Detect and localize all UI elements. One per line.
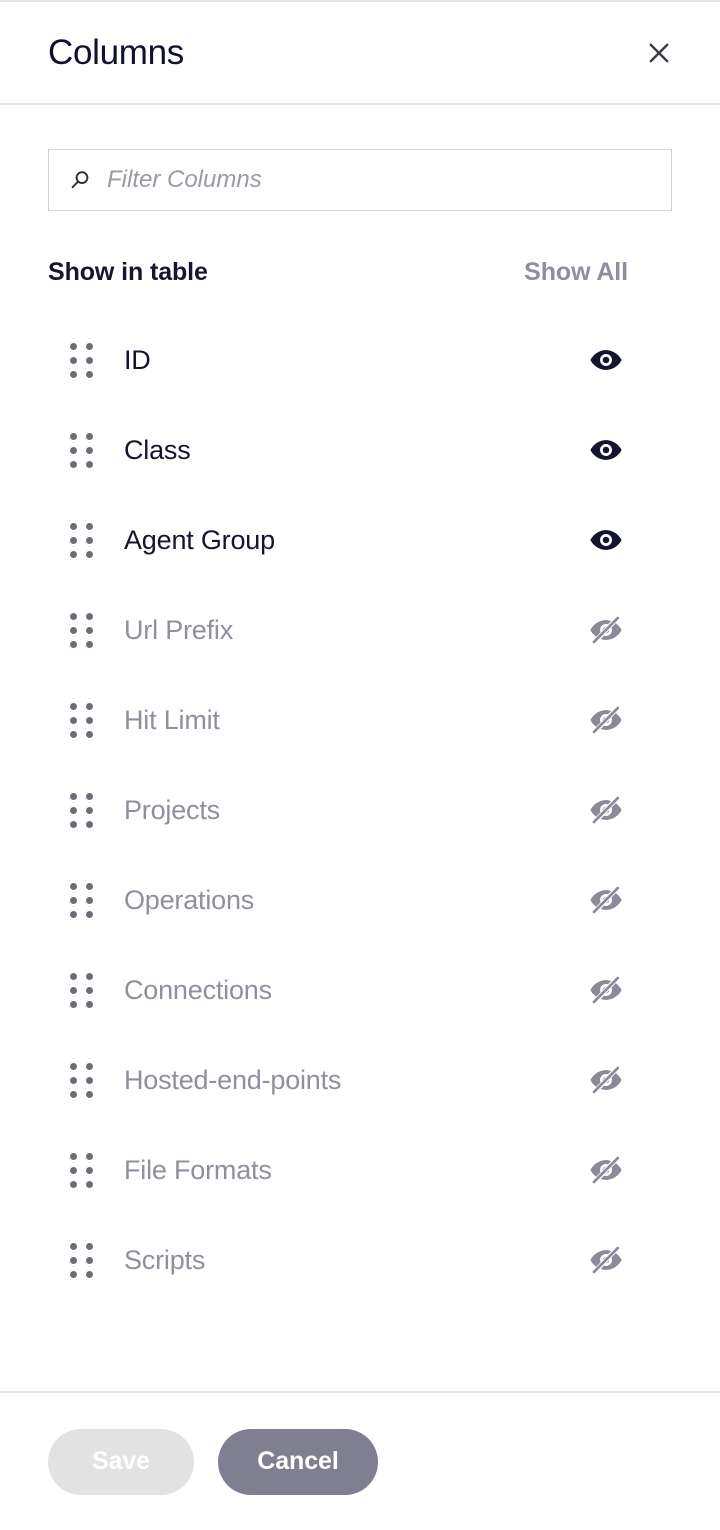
section-header-row: Show in table Show All	[48, 258, 672, 287]
column-label: Scripts	[124, 1244, 206, 1275]
close-icon	[645, 39, 673, 67]
drag-handle-icon[interactable]	[68, 1152, 94, 1188]
eye-off-icon	[589, 1153, 623, 1187]
show-in-table-label: Show in table	[48, 258, 208, 286]
column-row[interactable]: Operations	[48, 855, 672, 945]
visibility-toggle-button[interactable]	[584, 1148, 628, 1192]
column-list: ID Class Agent Group Url Prefix Hit Limit Pro…	[48, 315, 672, 1305]
eye-off-icon	[589, 883, 623, 917]
eye-off-icon	[589, 973, 623, 1007]
visibility-toggle-button[interactable]	[584, 338, 628, 382]
drag-handle-icon[interactable]	[68, 522, 94, 558]
drag-handle-icon[interactable]	[68, 792, 94, 828]
visibility-toggle-button[interactable]	[584, 1238, 628, 1282]
visibility-toggle-button[interactable]	[584, 788, 628, 832]
search-field-wrapper[interactable]	[48, 149, 672, 211]
eye-icon	[589, 523, 623, 557]
column-label: Url Prefix	[124, 614, 234, 645]
column-row[interactable]: Hosted-end-points	[48, 1035, 672, 1125]
eye-icon	[589, 433, 623, 467]
visibility-toggle-button[interactable]	[584, 518, 628, 562]
column-label: Hosted-end-points	[124, 1064, 342, 1095]
column-row[interactable]: ID	[48, 315, 672, 405]
column-row[interactable]: Projects	[48, 765, 672, 855]
dialog-footer: Save Cancel	[0, 1391, 720, 1530]
eye-off-icon	[589, 1243, 623, 1277]
column-row[interactable]: File Formats	[48, 1125, 672, 1215]
column-row[interactable]: Class	[48, 405, 672, 495]
column-label: Connections	[124, 974, 272, 1005]
column-row[interactable]: Url Prefix	[48, 585, 672, 675]
eye-icon	[589, 343, 623, 377]
search-input[interactable]	[107, 150, 657, 210]
drag-handle-icon[interactable]	[68, 342, 94, 378]
drag-handle-icon[interactable]	[68, 1062, 94, 1098]
search-icon	[67, 167, 93, 193]
eye-off-icon	[589, 793, 623, 827]
drag-handle-icon[interactable]	[68, 702, 94, 738]
cancel-button[interactable]: Cancel	[218, 1428, 378, 1495]
drag-handle-icon[interactable]	[68, 1242, 94, 1278]
page-title: Columns	[48, 33, 185, 72]
column-label: Agent Group	[124, 524, 275, 555]
visibility-toggle-button[interactable]	[584, 428, 628, 472]
close-button[interactable]	[636, 30, 682, 76]
dialog-header: Columns	[0, 2, 720, 105]
drag-handle-icon[interactable]	[68, 882, 94, 918]
visibility-toggle-button[interactable]	[584, 1058, 628, 1102]
eye-off-icon	[589, 613, 623, 647]
drag-handle-icon[interactable]	[68, 612, 94, 648]
column-label: File Formats	[124, 1154, 272, 1185]
column-label: Projects	[124, 794, 220, 825]
save-button[interactable]: Save	[48, 1428, 194, 1495]
visibility-toggle-button[interactable]	[584, 878, 628, 922]
drag-handle-icon[interactable]	[68, 972, 94, 1008]
visibility-toggle-button[interactable]	[584, 968, 628, 1012]
columns-dialog: Columns Show in table Show All	[0, 0, 720, 1530]
eye-off-icon	[589, 1063, 623, 1097]
drag-handle-icon[interactable]	[68, 432, 94, 468]
column-row[interactable]: Agent Group	[48, 495, 672, 585]
column-label: Operations	[124, 884, 255, 915]
column-row[interactable]: Hit Limit	[48, 675, 672, 765]
column-row[interactable]: Scripts	[48, 1215, 672, 1305]
column-label: Class	[124, 434, 191, 465]
show-all-button[interactable]: Show All	[524, 258, 628, 287]
eye-off-icon	[589, 703, 623, 737]
column-label: Hit Limit	[124, 704, 220, 735]
visibility-toggle-button[interactable]	[584, 608, 628, 652]
dialog-body: Show in table Show All ID Class Agent Grou…	[0, 105, 720, 1391]
column-label: ID	[124, 344, 151, 375]
column-row[interactable]: Connections	[48, 945, 672, 1035]
visibility-toggle-button[interactable]	[584, 698, 628, 742]
